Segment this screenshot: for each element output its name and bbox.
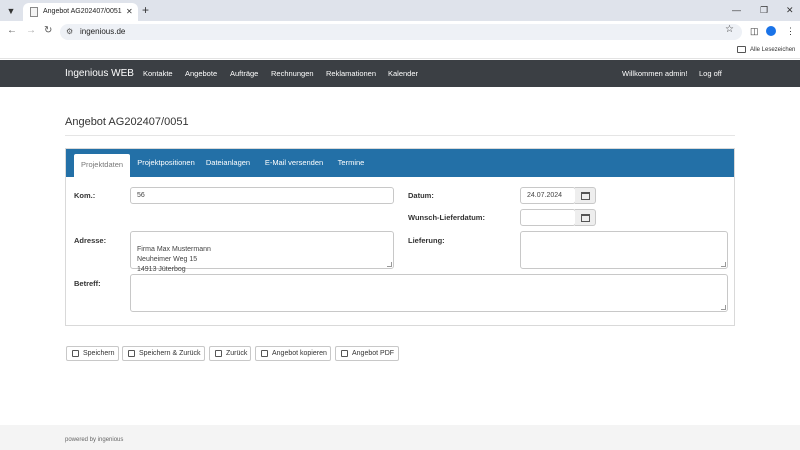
datum-input[interactable]: 24.07.2024 [520,187,576,204]
bookmarks-bar: Alle Lesezeichen [0,42,800,59]
offer-pdf-button[interactable]: Angebot PDF [335,346,399,361]
floppy-disk-icon [72,350,79,357]
nav-rechnungen[interactable]: Rechnungen [271,69,314,79]
bookmark-star-icon[interactable]: ☆ [725,24,734,36]
nav-kalender[interactable]: Kalender [388,69,418,79]
tab-close-icon[interactable]: ✕ [126,6,133,17]
logoff-link[interactable]: Log off [699,69,722,79]
tab-projektpositionen[interactable]: Projektpositionen [134,149,198,177]
kom-input[interactable]: 56 [130,187,394,204]
save-button[interactable]: Speichern [66,346,119,361]
sign-out-icon [215,350,222,357]
calendar-icon [581,192,590,200]
all-bookmarks-link[interactable]: Alle Lesezeichen [750,46,795,55]
wunsch-lieferdatum-label: Wunsch-Lieferdatum: [408,213,485,222]
side-panel-icon[interactable]: ◫ [750,25,759,37]
nav-auftraege[interactable]: Aufträge [230,69,258,79]
back-button[interactable]: Zurück [209,346,251,361]
browser-toolbar: ← → ↻ ⚙ ingenious.de ☆ ◫ ⋮ [0,21,800,42]
resize-handle[interactable] [721,305,726,310]
address-url[interactable]: ingenious.de [80,27,125,37]
lieferung-textarea[interactable] [520,231,728,269]
page-favicon-icon [30,7,38,17]
profile-avatar-icon[interactable] [766,26,776,36]
nav-reklamationen[interactable]: Reklamationen [326,69,376,79]
datum-label: Datum: [408,191,434,200]
brand-logo-text[interactable]: Ingenious WEB [65,67,134,80]
site-info-icon[interactable]: ⚙ [66,26,73,38]
restore-icon[interactable]: ❐ [760,3,768,17]
form-panel: Projektdaten Projektpositionen Dateianla… [65,148,735,326]
datum-calendar-button[interactable] [575,187,596,204]
resize-handle[interactable] [387,262,392,267]
tab-search-chevron-icon[interactable]: ▼ [4,4,18,18]
copy-icon [261,350,268,357]
tab-dateianlagen[interactable]: Dateianlagen [203,149,253,177]
address-bar[interactable]: ⚙ ingenious.de [60,24,742,40]
printer-icon [341,350,348,357]
wunsch-lieferdatum-input[interactable] [520,209,576,226]
forward-arrow-icon[interactable]: → [26,25,36,37]
tab-termine[interactable]: Termine [333,149,369,177]
app-navbar: Ingenious WEB Kontakte Angebote Aufträge… [0,60,800,87]
adresse-textarea[interactable]: Firma Max Mustermann Neuheimer Weg 15 14… [130,231,394,273]
adresse-text: Firma Max Mustermann Neuheimer Weg 15 14… [137,246,211,273]
betreff-textarea[interactable] [130,274,728,312]
new-tab-icon[interactable]: + [142,3,149,17]
calendar-icon [581,214,590,222]
footer-credit: powered by ingenious [65,437,124,443]
project-tabs: Projektdaten Projektpositionen Dateianla… [66,149,734,177]
copy-offer-button[interactable]: Angebot kopieren [255,346,331,361]
lieferung-label: Lieferung: [408,236,445,245]
save-and-back-button[interactable]: Speichern & Zurück [122,346,205,361]
nav-angebote[interactable]: Angebote [185,69,217,79]
page-footer: powered by ingenious [0,425,800,450]
welcome-user-link[interactable]: Willkommen admin! [622,69,687,79]
title-divider [65,135,735,136]
browser-menu-icon[interactable]: ⋮ [786,25,795,37]
folder-icon[interactable] [737,46,746,53]
reload-icon[interactable]: ↻ [44,25,52,37]
tab-email-versenden[interactable]: E-Mail versenden [262,149,326,177]
nav-kontakte[interactable]: Kontakte [143,69,173,79]
browser-tab-title: Angebot AG202407/0051 - Inge [43,8,123,15]
resize-handle[interactable] [721,262,726,267]
minimize-icon[interactable]: — [732,3,741,17]
adresse-label: Adresse: [74,236,107,245]
back-arrow-icon[interactable]: ← [7,25,17,37]
browser-tab[interactable]: Angebot AG202407/0051 - Inge ✕ [23,3,138,21]
tab-projektdaten[interactable]: Projektdaten [74,154,130,177]
betreff-label: Betreff: [74,279,101,288]
floppy-disk-icon [128,350,135,357]
wunsch-calendar-button[interactable] [575,209,596,226]
window-close-icon[interactable]: ✕ [786,3,794,17]
page-title: Angebot AG202407/0051 [65,116,189,128]
browser-tabstrip: ▼ Angebot AG202407/0051 - Inge ✕ + — ❐ ✕ [0,0,800,21]
kom-label: Kom.: [74,191,96,200]
